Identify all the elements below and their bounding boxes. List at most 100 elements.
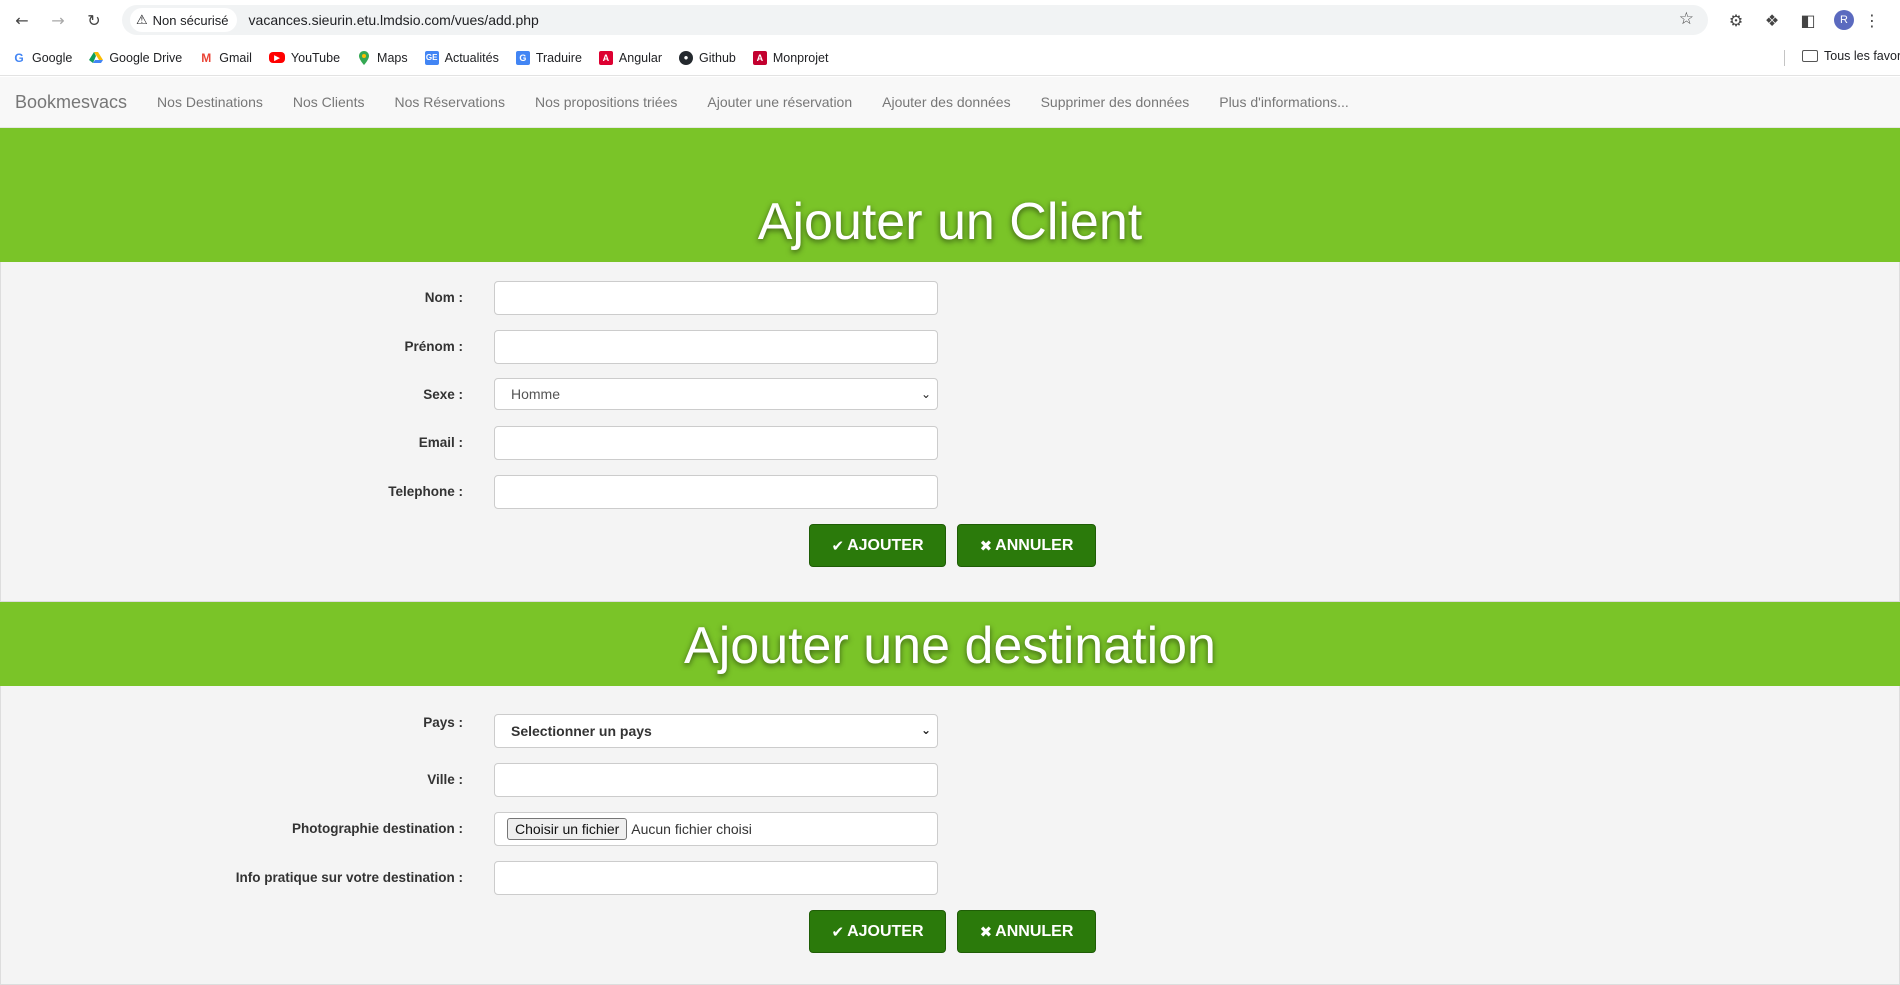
nav-clients[interactable]: Nos Clients: [293, 94, 365, 110]
bookmark-star-icon[interactable]: ☆: [1679, 9, 1694, 29]
bookmarks-bar: G Google Google Drive M Gmail ▶ YouTube …: [0, 40, 1900, 76]
photo-file-input: Choisir un fichier Aucun fichier choisi: [494, 812, 938, 846]
url-text[interactable]: vacances.sieurin.etu.lmdsio.com/vues/add…: [249, 12, 539, 28]
drive-icon: [89, 51, 104, 65]
gmail-icon: M: [201, 50, 212, 65]
translate-icon: G: [515, 50, 530, 65]
info-label: Info pratique sur votre destination :: [235, 870, 463, 885]
profile-avatar[interactable]: R: [1834, 10, 1854, 30]
chevron-down-icon: ⌄: [920, 387, 931, 401]
field-row-email: Email :: [1, 426, 1900, 462]
nom-input[interactable]: [494, 281, 938, 315]
check-icon: ✔: [831, 536, 845, 555]
bookmark-github[interactable]: ● Github: [679, 50, 736, 65]
photo-label: Photographie destination :: [292, 821, 463, 836]
security-label: Non sécurisé: [152, 12, 229, 28]
email-label: Email :: [418, 435, 463, 450]
nav-destinations[interactable]: Nos Destinations: [157, 94, 263, 110]
close-icon: ✖: [979, 536, 993, 555]
all-bookmarks-folder[interactable]: Tous les favori: [1784, 49, 1900, 63]
bookmark-google-drive[interactable]: Google Drive: [89, 51, 182, 65]
info-input[interactable]: [494, 861, 938, 895]
prenom-label: Prénom :: [404, 339, 463, 354]
extension-gear-icon[interactable]: ⚙: [1718, 11, 1754, 30]
google-icon: G: [12, 50, 26, 65]
menu-kebab-icon[interactable]: ⋮: [1862, 11, 1882, 30]
security-chip[interactable]: ⚠ Non sécurisé: [130, 8, 237, 32]
all-bookmarks-label: Tous les favori: [1824, 49, 1900, 63]
pays-label: Pays :: [423, 715, 463, 730]
file-status-text: Aucun fichier choisi: [631, 821, 752, 837]
bookmark-label: Actualités: [444, 50, 499, 65]
bookmark-traduire[interactable]: G Traduire: [515, 50, 582, 65]
browser-toolbar: ← → ↻ ⚠ Non sécurisé vacances.sieurin.et…: [0, 0, 1900, 40]
field-row-pays: Pays : Selectionner un pays ⌄: [1, 714, 1900, 750]
close-icon: ✖: [979, 922, 993, 941]
nav-add-data[interactable]: Ajouter des données: [882, 94, 1010, 110]
pays-select[interactable]: Selectionner un pays ⌄: [494, 714, 938, 748]
maps-icon: [357, 50, 371, 65]
field-row-info: Info pratique sur votre destination :: [1, 861, 1900, 897]
client-cancel-button[interactable]: ✖ ANNULER: [957, 524, 1096, 567]
destination-add-button[interactable]: ✔ AJOUTER: [809, 910, 946, 953]
prenom-input[interactable]: [494, 330, 938, 364]
bookmark-monprojet[interactable]: A Monprojet: [752, 50, 828, 65]
pays-selected-value: Selectionner un pays: [511, 723, 652, 739]
github-icon: ●: [679, 50, 694, 65]
extensions-puzzle-icon[interactable]: ❖: [1754, 11, 1790, 30]
ville-input[interactable]: [494, 763, 938, 797]
bookmark-youtube[interactable]: ▶ YouTube: [268, 50, 341, 65]
site-brand[interactable]: Bookmesvacs: [15, 92, 127, 113]
angular-icon: A: [598, 50, 613, 65]
site-navbar: Bookmesvacs Nos Destinations Nos Clients…: [0, 77, 1900, 128]
nav-propositions[interactable]: Nos propositions triées: [535, 94, 677, 110]
bookmark-actualites[interactable]: GE Actualités: [424, 50, 499, 65]
choose-file-button[interactable]: Choisir un fichier: [507, 818, 628, 840]
bookmark-label: Gmail: [219, 50, 252, 65]
back-arrow-icon[interactable]: ←: [4, 2, 40, 38]
bookmark-gmail[interactable]: M Gmail: [199, 51, 252, 65]
nav-add-reservation[interactable]: Ajouter une réservation: [707, 94, 852, 110]
nom-label: Nom :: [424, 290, 463, 305]
nav-more-info[interactable]: Plus d'informations...: [1219, 94, 1349, 110]
warning-icon: ⚠: [136, 12, 148, 28]
field-row-ville: Ville :: [1, 763, 1900, 799]
bookmark-label: YouTube: [290, 50, 341, 65]
field-row-prenom: Prénom :: [1, 330, 1900, 366]
angular-icon: A: [752, 50, 767, 65]
telephone-label: Telephone :: [388, 484, 463, 499]
address-bar[interactable]: ⚠ Non sécurisé vacances.sieurin.etu.lmds…: [122, 5, 1708, 35]
bookmark-google[interactable]: G Google: [12, 50, 73, 65]
bookmark-angular[interactable]: A Angular: [598, 50, 663, 65]
client-cancel-label: ANNULER: [995, 536, 1074, 554]
destination-cancel-button[interactable]: ✖ ANNULER: [957, 910, 1096, 953]
bookmark-maps[interactable]: Maps: [357, 50, 408, 65]
telephone-input[interactable]: [494, 475, 938, 509]
ville-label: Ville :: [427, 772, 463, 787]
nav-reservations[interactable]: Nos Réservations: [394, 94, 505, 110]
bookmark-label: Google: [32, 50, 73, 65]
reload-icon[interactable]: ↻: [76, 2, 112, 38]
client-form: Nom : Prénom : Sexe : Homme ⌄ Email : Te…: [0, 262, 1900, 602]
sexe-select[interactable]: Homme ⌄: [494, 378, 938, 410]
bookmark-label: Angular: [618, 50, 663, 65]
field-row-nom: Nom :: [1, 281, 1900, 317]
destination-header-band: Ajouter une destination: [0, 602, 1900, 686]
bookmark-label: Google Drive: [109, 50, 183, 65]
email-input[interactable]: [494, 426, 938, 460]
bookmark-label: Github: [699, 50, 736, 65]
client-header-band: Ajouter un Client: [0, 128, 1900, 262]
news-icon: GE: [424, 50, 439, 65]
chevron-down-icon: ⌄: [920, 723, 931, 737]
nav-delete-data[interactable]: Supprimer des données: [1041, 94, 1190, 110]
bookmark-label: Maps: [377, 50, 408, 65]
client-add-button[interactable]: ✔ AJOUTER: [809, 524, 946, 567]
sexe-label: Sexe :: [423, 387, 463, 402]
field-row-photo: Photographie destination : Choisir un fi…: [1, 812, 1900, 848]
client-section-title: Ajouter un Client: [757, 193, 1143, 251]
side-panel-icon[interactable]: ◧: [1790, 11, 1826, 30]
destination-form: Pays : Selectionner un pays ⌄ Ville : Ph…: [0, 686, 1900, 985]
destination-cancel-label: ANNULER: [995, 922, 1074, 940]
forward-arrow-icon[interactable]: →: [40, 2, 76, 38]
destination-section-title: Ajouter une destination: [684, 617, 1216, 675]
